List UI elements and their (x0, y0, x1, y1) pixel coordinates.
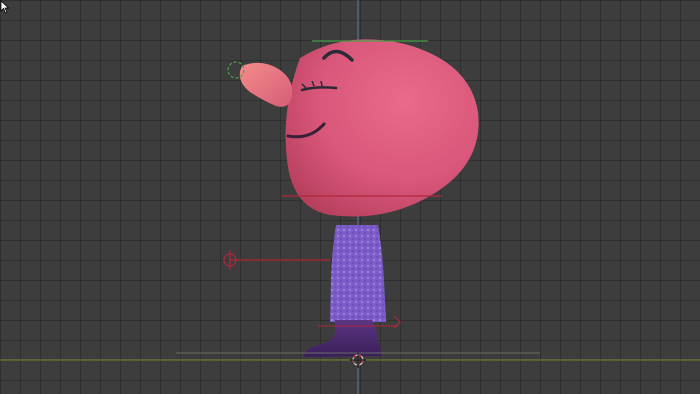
character-nose[interactable] (239, 62, 293, 107)
mouse-pointer-icon (0, 0, 10, 14)
character-head[interactable] (285, 39, 479, 217)
character-body[interactable] (330, 225, 386, 322)
viewport-canvas[interactable] (0, 0, 700, 394)
eyelash-3 (320, 80, 323, 87)
3d-viewport[interactable] (0, 0, 700, 394)
